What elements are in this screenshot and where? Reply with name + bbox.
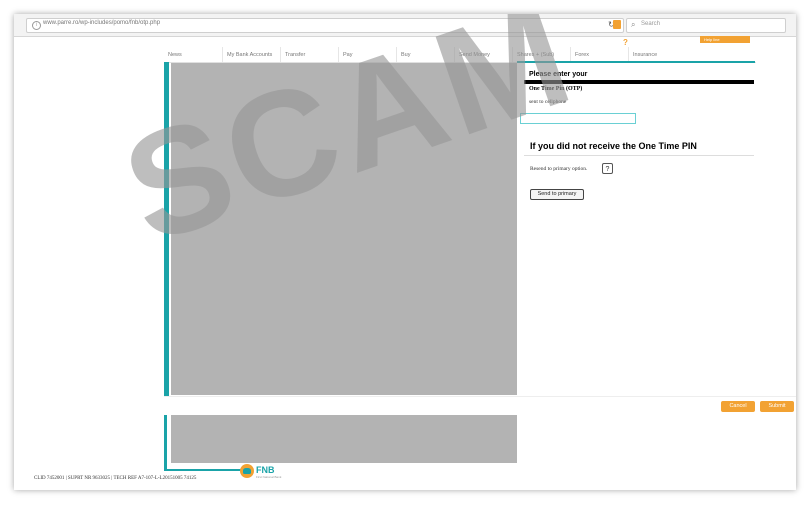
heading-rule	[524, 80, 754, 84]
help-line-tab[interactable]: Help line	[700, 36, 750, 43]
lower-accent-rule	[164, 469, 242, 471]
extension-icon[interactable]	[613, 20, 621, 29]
browser-search-box[interactable]: ⌕ Search	[626, 18, 786, 33]
otp-input[interactable]	[520, 113, 636, 124]
nav-item-shares[interactable]: Shares + (Sub)	[512, 47, 570, 62]
otp-subtext: sent to cellphone	[529, 99, 567, 105]
footer-info: CLID 7452001 | SUPRT NR 9633025 | TECH R…	[34, 476, 197, 481]
browser-toolbar: i www.parre.ro/wp-includes/pomo/fnb/otp.…	[14, 14, 796, 37]
nav-item-pay[interactable]: Pay	[338, 47, 396, 62]
cancel-button[interactable]: Cancel	[721, 401, 755, 412]
send-to-primary-button[interactable]: Send to primary	[530, 189, 584, 200]
nav-item-transfer[interactable]: Transfer	[280, 47, 338, 62]
fnb-logo-text: FNB	[256, 465, 275, 475]
nav-item-forex[interactable]: Forex	[570, 47, 628, 62]
otp-heading: Please enter your	[529, 71, 588, 78]
form-top-accent	[517, 61, 755, 63]
lower-accent-bar	[164, 415, 167, 471]
nav-item-news[interactable]: News	[164, 47, 222, 62]
submit-button[interactable]: Submit	[760, 401, 794, 412]
section-divider	[164, 396, 796, 397]
info-icon[interactable]: i	[32, 21, 41, 30]
left-accent-bar	[164, 62, 169, 396]
resend-help-icon[interactable]: ?	[602, 163, 613, 174]
fnb-tree-logo-icon	[240, 464, 254, 478]
resend-text: Resend to primary option.	[530, 166, 588, 172]
browser-window: i www.parre.ro/wp-includes/pomo/fnb/otp.…	[14, 14, 796, 490]
no-pin-heading: If you did not receive the One Time PIN	[530, 141, 697, 151]
otp-label: One Time Pin (OTP)	[529, 86, 583, 92]
nav-item-my-bank-accounts[interactable]: My Bank Accounts	[222, 47, 280, 62]
url-text: www.parre.ro/wp-includes/pomo/fnb/otp.ph…	[43, 20, 161, 26]
address-bar[interactable]: i www.parre.ro/wp-includes/pomo/fnb/otp.…	[26, 18, 624, 33]
help-icon[interactable]: ?	[623, 38, 628, 47]
nav-item-send-money[interactable]: Send Money	[454, 47, 512, 62]
nav-item-buy[interactable]: Buy	[396, 47, 454, 62]
redacted-panel-lower	[171, 415, 517, 463]
fnb-logo-tagline: First National Bank	[256, 475, 282, 479]
no-pin-rule	[524, 155, 754, 156]
search-icon: ⌕	[631, 20, 636, 29]
redacted-panel	[171, 63, 517, 395]
search-placeholder: Search	[641, 21, 661, 27]
nav-item-insurance[interactable]: Insurance	[628, 47, 698, 62]
